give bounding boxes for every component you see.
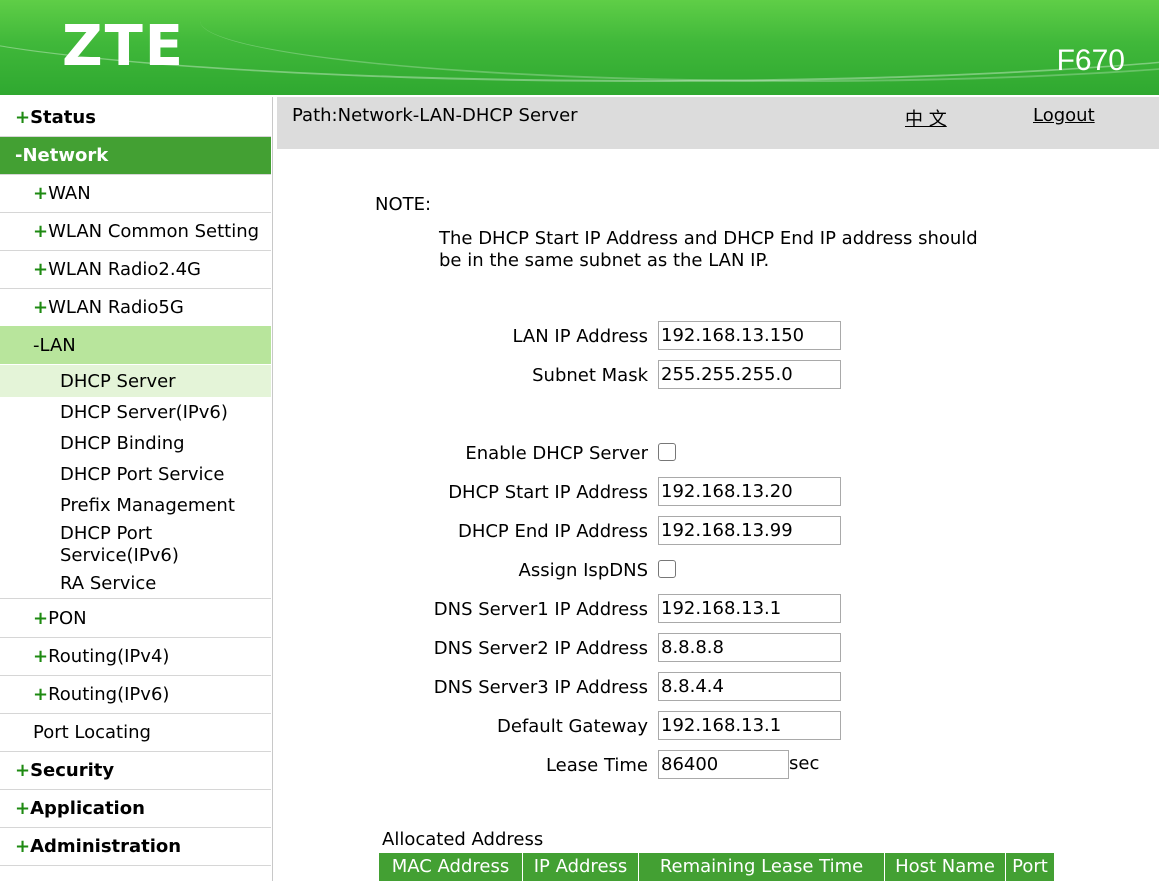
sidebar-item-label: DHCP Server(IPv6) [60,402,228,423]
column-header-port: Port [1006,853,1054,881]
expand-plus-icon: + [15,760,31,781]
expand-plus-icon: + [15,107,31,128]
default-gateway-label: Default Gateway [496,716,648,737]
allocated-table-header: MAC Address IP Address Remaining Lease T… [379,853,1054,881]
default-gateway-input[interactable] [658,711,841,740]
dhcp-end-label: DHCP End IP Address [457,521,648,542]
enable-dhcp-label: Enable DHCP Server [465,443,648,464]
lease-time-label: Lease Time [545,755,648,776]
sidebar-item-label: DHCP Port Service [60,464,225,485]
column-header-ip: IP Address [523,853,639,881]
sidebar-item-dhcp-server-ipv6[interactable]: DHCP Server(IPv6) [0,397,271,428]
enable-dhcp-checkbox[interactable] [658,443,676,461]
expand-plus-icon: + [15,798,31,819]
note-title: NOTE: [375,194,432,215]
dns2-input[interactable] [658,633,841,662]
sidebar-item-label: Prefix Management [60,495,235,516]
sidebar-item-administration[interactable]: + Administration [0,828,271,866]
dns3-input[interactable] [658,672,841,701]
sidebar-item-label: Network [22,145,109,166]
sidebar-item-wlan-24g[interactable]: + WLAN Radio2.4G [0,251,271,289]
sidebar-item-wlan-common[interactable]: + WLAN Common Setting [0,213,271,251]
sidebar-item-label: RA Service [60,573,157,594]
expand-plus-icon: + [33,221,49,242]
sidebar-item-label: WAN [48,183,91,204]
sidebar-item-label: DHCP Server [60,370,176,392]
dhcp-start-label: DHCP Start IP Address [448,482,648,503]
column-header-mac: MAC Address [379,853,523,881]
subnet-mask-input[interactable] [658,360,841,389]
sidebar-item-label: Routing(IPv6) [48,684,170,705]
brand-logo: ZTE [62,14,186,79]
sidebar-item-label: LAN [39,334,76,356]
sidebar-item-network[interactable]: - Network [0,137,271,175]
expand-plus-icon: + [15,836,31,857]
model-name: F670 [1056,44,1125,77]
sidebar-item-label: DHCP Binding [60,433,185,454]
expand-plus-icon: + [33,608,49,629]
sidebar-item-label: Port Locating [33,722,151,743]
sidebar-item-label: Application [30,798,145,819]
header-banner: ZTE F670 [0,0,1159,95]
sidebar-item-label: Security [30,760,115,781]
subnet-mask-label: Subnet Mask [532,365,648,386]
expand-plus-icon: + [33,684,49,705]
dhcp-end-input[interactable] [658,516,841,545]
dns3-label: DNS Server3 IP Address [433,677,648,698]
column-header-host-name: Host Name [885,853,1006,881]
sidebar-item-application[interactable]: + Application [0,790,271,828]
sidebar-item-label: Status [30,107,96,128]
dns2-label: DNS Server2 IP Address [433,638,648,659]
lan-ip-input[interactable] [658,321,841,350]
sidebar-item-label: PON [48,608,87,629]
sidebar-item-label: DHCP Port Service(IPv6) [60,523,179,566]
lease-time-input[interactable] [658,750,789,779]
expand-plus-icon: + [33,646,49,667]
lan-ip-label: LAN IP Address [512,326,648,347]
path-bar: Path:Network-LAN-DHCP Server 中 文 Logout [277,97,1159,149]
language-switch-link[interactable]: 中 文 [905,105,947,131]
dns1-input[interactable] [658,594,841,623]
logout-link[interactable]: Logout [1033,105,1095,126]
dns1-label: DNS Server1 IP Address [433,599,648,620]
dhcp-start-input[interactable] [658,477,841,506]
sidebar-item-status[interactable]: + Status [0,99,271,137]
expand-plus-icon: + [33,259,49,280]
note-text-line2: be in the same subnet as the LAN IP. [439,250,770,271]
assign-isp-dns-checkbox[interactable] [658,560,676,578]
assign-isp-dns-label: Assign IspDNS [518,560,649,581]
expand-plus-icon: + [33,183,49,204]
sidebar-item-wlan-5g[interactable]: + WLAN Radio5G [0,289,271,327]
sidebar-item-wan[interactable]: + WAN [0,175,271,213]
sidebar-item-label: WLAN Radio2.4G [48,259,201,280]
sidebar-item-label: Administration [30,836,182,857]
sidebar-item-label: WLAN Radio5G [48,297,184,318]
collapse-minus-icon: - [15,145,23,166]
breadcrumb: Path:Network-LAN-DHCP Server [292,105,578,126]
sidebar-item-label: Routing(IPv4) [48,646,170,667]
column-header-remaining-lease: Remaining Lease Time [639,853,885,881]
expand-plus-icon: + [33,297,49,318]
allocated-address-title: Allocated Address [382,829,544,850]
sidebar-item-label: WLAN Common Setting [48,221,260,242]
lease-time-unit: sec [789,753,820,774]
note-text-line1: The DHCP Start IP Address and DHCP End I… [439,228,978,249]
